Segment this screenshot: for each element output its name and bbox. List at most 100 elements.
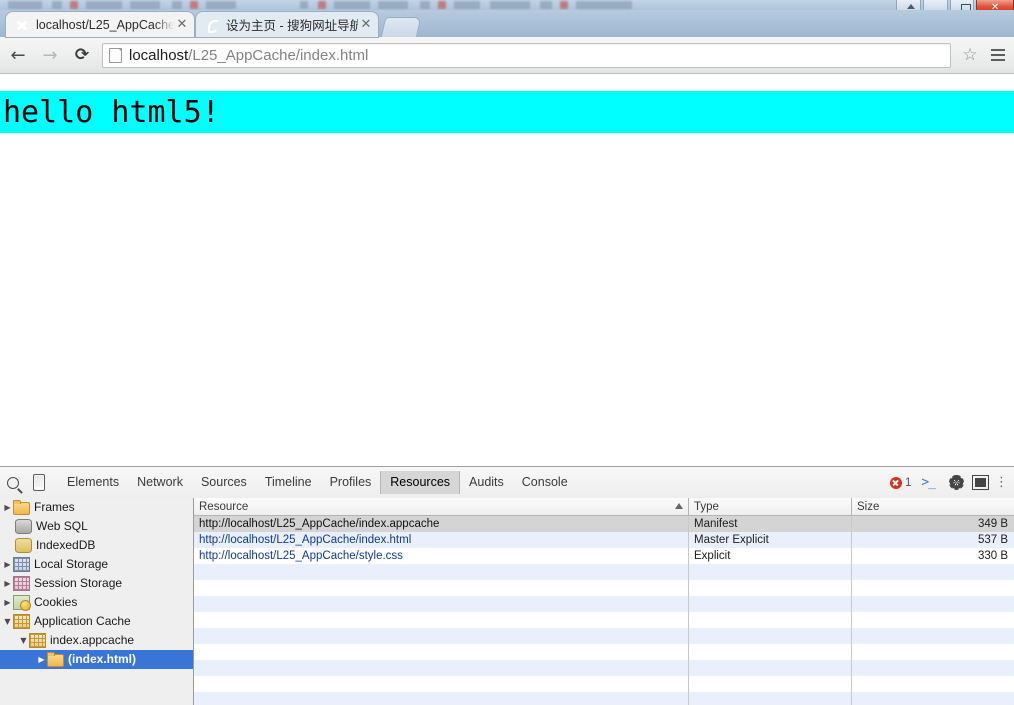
grid-orange-icon [13,614,30,629]
cell-type: Explicit [689,548,852,564]
tab-resources[interactable]: Resources [380,471,461,494]
cell-type: Manifest [689,516,852,532]
star-icon: ☆ [962,45,978,65]
more-options-icon[interactable]: ⋮ [993,475,1010,490]
search-icon[interactable] [0,470,26,496]
column-header-type[interactable]: Type [689,498,852,515]
table-row-empty: ... [194,580,1014,596]
chrome-menu-button[interactable] [985,42,1011,68]
tab-network[interactable]: Network [128,471,192,494]
device-toggle-icon[interactable] [26,470,52,496]
tree-item-label: Session Storage [34,576,123,590]
maximize-button[interactable] [949,0,975,10]
page-viewport: hello html5! [0,74,1014,466]
tree-item-label: Web SQL [36,519,88,533]
tree-item-indexeddb[interactable]: ▶ IndexedDB [0,536,193,555]
tree-item-web-sql[interactable]: ▶ Web SQL [0,517,193,536]
settings-gear-icon[interactable] [949,475,964,490]
cell-type: Master Explicit [689,532,852,548]
tree-item-label: IndexedDB [36,538,96,552]
chevron-placeholder-icon: ▶ [38,655,45,664]
cell-resource: http://localhost/L25_AppCache/index.html [194,532,689,548]
tree-item-label: Cookies [34,595,78,609]
tab-profiles[interactable]: Profiles [321,471,381,494]
tab-timeline[interactable]: Timeline [256,471,321,494]
tree-item-frames[interactable]: ▶ Frames [0,498,193,517]
cell-resource: http://localhost/L25_AppCache/index.appc… [194,516,689,532]
browser-tab-inactive[interactable]: 设为主页 - 搜狗网址导航 ✕ [196,12,378,37]
grid-orange-icon [29,633,46,648]
chevron-right-icon[interactable]: ▶ [2,574,13,593]
column-header-size[interactable]: Size [852,498,1014,515]
close-button[interactable]: ✕ [976,0,1014,10]
error-badge[interactable]: 1 [889,476,911,489]
url-path: /L25_AppCache/index.html [188,46,369,64]
tree-item-label: (index.html) [68,652,136,666]
resources-tree[interactable]: ▶ Frames ▶ Web SQL ▶ IndexedDB ▶ [0,498,194,705]
tree-item-cookies[interactable]: ▶ Cookies [0,593,193,612]
tab-close-icon[interactable]: ✕ [174,17,190,33]
tab-close-icon[interactable]: ✕ [358,17,374,33]
tab-sources[interactable]: Sources [192,471,256,494]
tree-item-index-html[interactable]: ▶ (index.html) [0,650,193,669]
url-text: localhost/L25_AppCache/index.html [129,47,368,64]
browser-tab-active[interactable]: localhost/L25_AppCache ✕ [6,12,194,37]
table-row-empty: ... [194,628,1014,644]
table-row[interactable]: http://localhost/L25_AppCache/style.css … [194,548,1014,564]
tab-title: localhost/L25_AppCache [36,17,174,32]
folder-icon [13,499,30,515]
address-bar[interactable]: localhost/L25_AppCache/index.html [102,42,951,68]
new-tab-button[interactable] [381,18,421,37]
table-header-row: Resource Type Size [194,498,1014,516]
column-label: Resource [199,500,249,513]
tree-item-label: Frames [34,500,75,514]
table-row[interactable]: http://localhost/L25_AppCache/index.appc… [194,516,1014,532]
table-row-empty: ... [194,564,1014,580]
window-controls[interactable]: ✕ [896,0,1014,10]
devtools-body: ▶ Frames ▶ Web SQL ▶ IndexedDB ▶ [0,498,1014,705]
reload-button[interactable]: ⟳ [68,41,96,69]
chevron-down-icon[interactable]: ▼ [2,612,13,631]
tree-item-index-appcache[interactable]: ▼ index.appcache [0,631,193,650]
tree-item-local-storage[interactable]: ▶ Local Storage [0,555,193,574]
minimize-button[interactable] [922,0,948,10]
column-label: Size [857,500,880,513]
devtools-toolbar: Elements Network Sources Timeline Profil… [0,467,1014,499]
dock-position-icon[interactable] [972,475,989,490]
tab-elements[interactable]: Elements [58,471,128,494]
hamburger-icon [991,49,1005,51]
column-header-resource[interactable]: Resource [194,498,689,515]
back-arrow-icon: ← [10,44,26,66]
page-heading-band: hello html5! [0,91,1014,133]
bookmark-button[interactable]: ☆ [957,42,983,68]
chevron-right-icon[interactable]: ▶ [2,593,13,612]
column-label: Type [694,500,719,513]
cell-size: 349 B [977,518,1008,530]
chevron-right-icon[interactable]: ▶ [2,555,13,574]
database-icon [15,519,32,534]
page-info-icon[interactable] [109,47,122,63]
restore-up-button[interactable] [896,0,921,10]
table-row-empty: ... [194,596,1014,612]
cell-size: 330 B [977,550,1008,562]
table-row-empty: ... [194,660,1014,676]
chevron-right-icon[interactable]: ▶ [2,498,13,517]
tree-item-label: Local Storage [34,557,109,571]
browser-toolbar: ← → ⟳ localhost/L25_AppCache/index.html … [0,37,1014,74]
tab-strip: localhost/L25_AppCache ✕ 设为主页 - 搜狗网址导航 ✕ [0,10,1014,37]
browser-window: ✕ localhost/L25_AppCache ✕ 设为主页 - 搜狗网址导航… [0,0,1014,705]
forward-button[interactable]: → [36,41,64,69]
back-button[interactable]: ← [4,41,32,69]
devtools-toolbar-right: 1 >_ ⋮ [889,475,1014,490]
console-drawer-icon[interactable]: >_ [921,475,936,490]
tab-audits[interactable]: Audits [460,471,513,494]
chevron-down-icon[interactable]: ▼ [18,631,29,650]
tab-console[interactable]: Console [513,471,577,494]
table-row-empty: ... [194,612,1014,628]
tree-item-application-cache[interactable]: ▼ Application Cache [0,612,193,631]
table-row[interactable]: http://localhost/L25_AppCache/index.html… [194,532,1014,548]
tree-item-label: index.appcache [50,633,135,647]
tree-item-session-storage[interactable]: ▶ Session Storage [0,574,193,593]
cell-size: 537 B [977,534,1008,546]
chevron-placeholder-icon: ▶ [2,517,13,536]
